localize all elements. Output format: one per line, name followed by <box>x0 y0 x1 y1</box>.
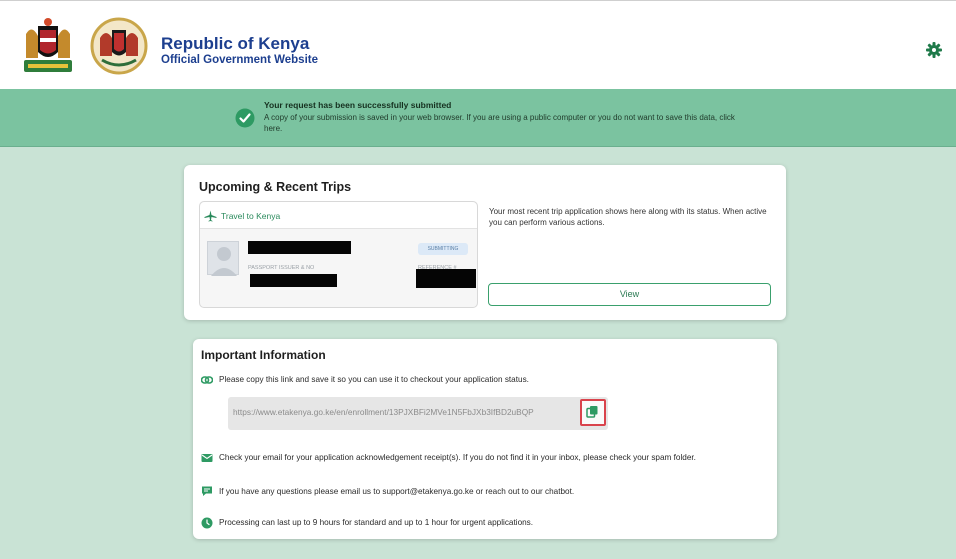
important-info-card <box>193 339 777 539</box>
status-badge: SUBMITTING <box>418 243 468 255</box>
trips-card-title: Upcoming & Recent Trips <box>199 180 352 194</box>
link-icon <box>201 376 213 384</box>
kenya-coat-of-arms-icon <box>24 18 72 72</box>
avatar <box>207 241 239 276</box>
support-instruction: If you have any questions please email u… <box>219 487 575 496</box>
status-url[interactable]: https://www.etakenya.go.ke/en/enrollment… <box>233 407 534 417</box>
gear-icon[interactable] <box>926 42 942 58</box>
copy-icon[interactable] <box>586 405 599 418</box>
person-icon <box>211 247 237 276</box>
view-button[interactable]: View <box>488 283 771 306</box>
trips-description: Your most recent trip application shows … <box>489 207 767 227</box>
airplane-icon <box>204 210 217 222</box>
redacted-name <box>248 241 351 254</box>
banner-title: Your request has been successfully submi… <box>264 100 452 110</box>
clock-icon <box>201 517 213 529</box>
redacted-passport <box>250 274 337 287</box>
link-instruction: Please copy this link and save it so you… <box>219 375 529 384</box>
important-info-title: Important Information <box>201 348 326 362</box>
passport-label: PASSPORT ISSUER & NO <box>248 265 315 271</box>
site-title: Republic of Kenya <box>161 34 310 53</box>
trip-name: Travel to Kenya <box>221 211 281 221</box>
envelope-icon <box>201 454 213 462</box>
email-instruction: Check your email for your application ac… <box>219 453 696 462</box>
seal-emblem-icon <box>90 17 148 75</box>
redacted-reference <box>416 269 476 288</box>
chat-icon <box>202 486 212 496</box>
processing-time-note: Processing can last up to 9 hours for st… <box>219 518 534 527</box>
banner-message[interactable]: A copy of your submission is saved in yo… <box>264 112 744 134</box>
site-subtitle: Official Government Website <box>161 54 318 66</box>
check-circle-icon <box>235 108 255 128</box>
